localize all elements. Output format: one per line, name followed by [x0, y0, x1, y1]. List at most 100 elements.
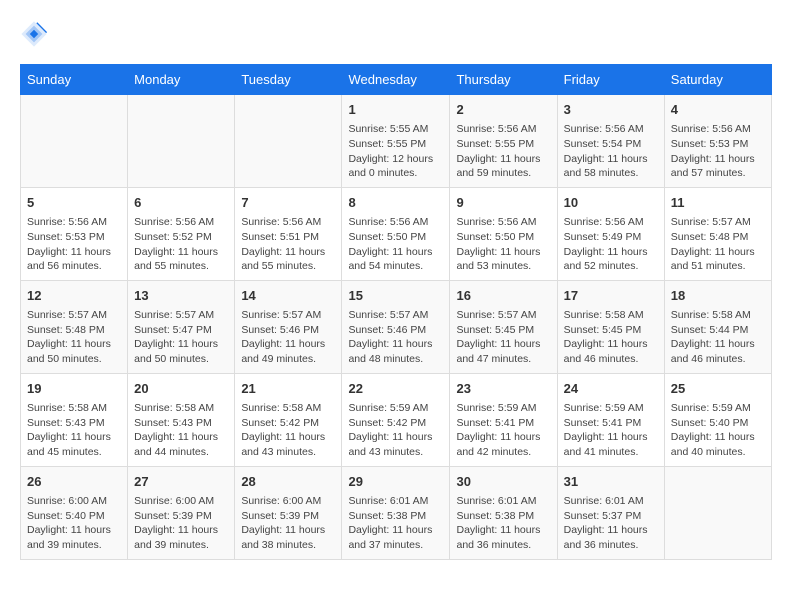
day-number: 22 [348, 380, 443, 398]
calendar-cell: 16 Sunrise: 5:57 AMSunset: 5:45 PMDayligh… [450, 280, 557, 373]
day-info: Sunrise: 5:56 AMSunset: 5:51 PMDaylight:… [241, 215, 335, 274]
day-number: 21 [241, 380, 335, 398]
day-info: Sunrise: 5:59 AMSunset: 5:40 PMDaylight:… [671, 401, 765, 460]
day-number: 27 [134, 473, 228, 491]
day-number: 26 [27, 473, 121, 491]
calendar-cell: 10 Sunrise: 5:56 AMSunset: 5:49 PMDayligh… [557, 187, 664, 280]
day-info: Sunrise: 5:56 AMSunset: 5:53 PMDaylight:… [27, 215, 121, 274]
column-header-tuesday: Tuesday [235, 65, 342, 95]
day-info: Sunrise: 6:00 AMSunset: 5:40 PMDaylight:… [27, 494, 121, 553]
day-number: 6 [134, 194, 228, 212]
day-info: Sunrise: 5:57 AMSunset: 5:46 PMDaylight:… [241, 308, 335, 367]
calendar-cell: 7 Sunrise: 5:56 AMSunset: 5:51 PMDaylight… [235, 187, 342, 280]
day-info: Sunrise: 5:57 AMSunset: 5:48 PMDaylight:… [671, 215, 765, 274]
calendar-cell: 1 Sunrise: 5:55 AMSunset: 5:55 PMDaylight… [342, 95, 450, 188]
day-number: 20 [134, 380, 228, 398]
column-header-friday: Friday [557, 65, 664, 95]
day-info: Sunrise: 5:56 AMSunset: 5:53 PMDaylight:… [671, 122, 765, 181]
day-info: Sunrise: 5:58 AMSunset: 5:43 PMDaylight:… [134, 401, 228, 460]
calendar-cell: 4 Sunrise: 5:56 AMSunset: 5:53 PMDaylight… [664, 95, 771, 188]
calendar-cell: 13Sunrise: 5:57 AMSunset: 5:47 PMDayligh… [128, 280, 235, 373]
day-info: Sunrise: 5:59 AMSunset: 5:41 PMDaylight:… [456, 401, 550, 460]
calendar-cell: 19 Sunrise: 5:58 AMSunset: 5:43 PMDayligh… [21, 373, 128, 466]
page-header [20, 20, 772, 48]
calendar-cell: 6 Sunrise: 5:56 AMSunset: 5:52 PMDaylight… [128, 187, 235, 280]
calendar-cell: 31Sunrise: 6:01 AMSunset: 5:37 PMDayligh… [557, 466, 664, 559]
day-number: 3 [564, 101, 658, 119]
day-info: Sunrise: 5:56 AMSunset: 5:49 PMDaylight:… [564, 215, 658, 274]
day-info: Sunrise: 6:01 AMSunset: 5:38 PMDaylight:… [348, 494, 443, 553]
day-info: Sunrise: 5:59 AMSunset: 5:41 PMDaylight:… [564, 401, 658, 460]
day-info: Sunrise: 5:55 AMSunset: 5:55 PMDaylight:… [348, 122, 443, 181]
day-info: Sunrise: 5:57 AMSunset: 5:45 PMDaylight:… [456, 308, 550, 367]
calendar-cell [128, 95, 235, 188]
day-info: Sunrise: 5:56 AMSunset: 5:50 PMDaylight:… [348, 215, 443, 274]
calendar-cell: 30Sunrise: 6:01 AMSunset: 5:38 PMDayligh… [450, 466, 557, 559]
column-header-wednesday: Wednesday [342, 65, 450, 95]
day-info: Sunrise: 5:57 AMSunset: 5:48 PMDaylight:… [27, 308, 121, 367]
day-info: Sunrise: 5:56 AMSunset: 5:54 PMDaylight:… [564, 122, 658, 181]
day-info: Sunrise: 5:57 AMSunset: 5:46 PMDaylight:… [348, 308, 443, 367]
day-info: Sunrise: 5:57 AMSunset: 5:47 PMDaylight:… [134, 308, 228, 367]
week-row-2: 5 Sunrise: 5:56 AMSunset: 5:53 PMDaylight… [21, 187, 772, 280]
day-info: Sunrise: 6:00 AMSunset: 5:39 PMDaylight:… [241, 494, 335, 553]
column-header-thursday: Thursday [450, 65, 557, 95]
day-info: Sunrise: 6:01 AMSunset: 5:37 PMDaylight:… [564, 494, 658, 553]
calendar-cell: 9 Sunrise: 5:56 AMSunset: 5:50 PMDaylight… [450, 187, 557, 280]
week-row-3: 12 Sunrise: 5:57 AMSunset: 5:48 PMDayligh… [21, 280, 772, 373]
day-number: 1 [348, 101, 443, 119]
day-number: 17 [564, 287, 658, 305]
week-row-4: 19 Sunrise: 5:58 AMSunset: 5:43 PMDayligh… [21, 373, 772, 466]
calendar-cell: 18 Sunrise: 5:58 AMSunset: 5:44 PMDayligh… [664, 280, 771, 373]
calendar-cell: 25 Sunrise: 5:59 AMSunset: 5:40 PMDayligh… [664, 373, 771, 466]
day-info: Sunrise: 5:58 AMSunset: 5:45 PMDaylight:… [564, 308, 658, 367]
calendar-cell: 21 Sunrise: 5:58 AMSunset: 5:42 PMDayligh… [235, 373, 342, 466]
day-info: Sunrise: 5:59 AMSunset: 5:42 PMDaylight:… [348, 401, 443, 460]
day-number: 7 [241, 194, 335, 212]
day-info: Sunrise: 5:58 AMSunset: 5:44 PMDaylight:… [671, 308, 765, 367]
calendar-cell: 17 Sunrise: 5:58 AMSunset: 5:45 PMDayligh… [557, 280, 664, 373]
day-info: Sunrise: 5:58 AMSunset: 5:42 PMDaylight:… [241, 401, 335, 460]
calendar-cell: 27 Sunrise: 6:00 AMSunset: 5:39 PMDayligh… [128, 466, 235, 559]
column-header-saturday: Saturday [664, 65, 771, 95]
day-number: 14 [241, 287, 335, 305]
calendar-cell: 11 Sunrise: 5:57 AMSunset: 5:48 PMDayligh… [664, 187, 771, 280]
calendar-cell: 5 Sunrise: 5:56 AMSunset: 5:53 PMDaylight… [21, 187, 128, 280]
calendar-cell: 28 Sunrise: 6:00 AMSunset: 5:39 PMDayligh… [235, 466, 342, 559]
day-info: Sunrise: 5:56 AMSunset: 5:50 PMDaylight:… [456, 215, 550, 274]
week-row-5: 26 Sunrise: 6:00 AMSunset: 5:40 PMDayligh… [21, 466, 772, 559]
day-number: 29 [348, 473, 443, 491]
calendar-table: SundayMondayTuesdayWednesdayThursdayFrid… [20, 64, 772, 560]
day-number: 23 [456, 380, 550, 398]
calendar-cell: 3 Sunrise: 5:56 AMSunset: 5:54 PMDaylight… [557, 95, 664, 188]
day-number: 4 [671, 101, 765, 119]
day-number: 24 [564, 380, 658, 398]
day-info: Sunrise: 5:56 AMSunset: 5:55 PMDaylight:… [456, 122, 550, 181]
logo-icon [20, 20, 48, 48]
day-number: 28 [241, 473, 335, 491]
calendar-cell [235, 95, 342, 188]
day-number: 5 [27, 194, 121, 212]
day-number: 12 [27, 287, 121, 305]
day-number: 16 [456, 287, 550, 305]
day-info: Sunrise: 6:00 AMSunset: 5:39 PMDaylight:… [134, 494, 228, 553]
day-info: Sunrise: 5:56 AMSunset: 5:52 PMDaylight:… [134, 215, 228, 274]
day-number: 10 [564, 194, 658, 212]
day-number: 19 [27, 380, 121, 398]
calendar-cell: 20 Sunrise: 5:58 AMSunset: 5:43 PMDayligh… [128, 373, 235, 466]
day-info: Sunrise: 5:58 AMSunset: 5:43 PMDaylight:… [27, 401, 121, 460]
day-number: 25 [671, 380, 765, 398]
day-info: Sunrise: 6:01 AMSunset: 5:38 PMDaylight:… [456, 494, 550, 553]
day-number: 18 [671, 287, 765, 305]
day-number: 11 [671, 194, 765, 212]
day-number: 9 [456, 194, 550, 212]
calendar-cell: 14 Sunrise: 5:57 AMSunset: 5:46 PMDayligh… [235, 280, 342, 373]
calendar-cell: 2Sunrise: 5:56 AMSunset: 5:55 PMDaylight… [450, 95, 557, 188]
calendar-cell: 8 Sunrise: 5:56 AMSunset: 5:50 PMDaylight… [342, 187, 450, 280]
calendar-cell: 22 Sunrise: 5:59 AMSunset: 5:42 PMDayligh… [342, 373, 450, 466]
calendar-cell: 24 Sunrise: 5:59 AMSunset: 5:41 PMDayligh… [557, 373, 664, 466]
calendar-cell: 23 Sunrise: 5:59 AMSunset: 5:41 PMDayligh… [450, 373, 557, 466]
day-number: 8 [348, 194, 443, 212]
calendar-cell [664, 466, 771, 559]
column-header-monday: Monday [128, 65, 235, 95]
